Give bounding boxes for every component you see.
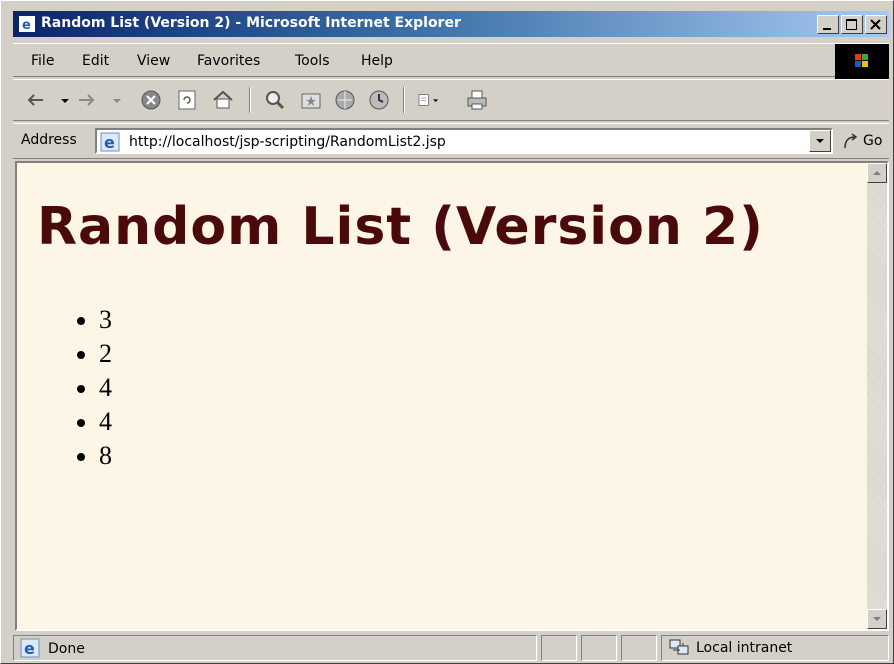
back-dropdown-icon[interactable] [53, 88, 69, 112]
go-label: Go [863, 133, 883, 149]
menu-edit[interactable]: Edit [82, 53, 109, 69]
status-pane-empty [621, 635, 657, 661]
list-item: 3 [77, 303, 112, 337]
title-bar[interactable]: e Random List (Version 2) - Microsoft In… [13, 11, 889, 37]
favorites-icon[interactable] [299, 88, 323, 112]
page-viewport: Random List (Version 2) 3 2 4 4 8 [15, 161, 889, 631]
print-icon[interactable] [465, 88, 489, 112]
standard-toolbar [13, 79, 889, 121]
media-icon[interactable] [333, 88, 357, 112]
list-item: 8 [77, 439, 112, 473]
random-number-list: 3 2 4 4 8 [77, 303, 112, 473]
status-pane: e Done [13, 635, 537, 661]
scroll-down-button[interactable] [867, 609, 887, 629]
browser-window: e Random List (Version 2) - Microsoft In… [0, 0, 894, 664]
svg-text:e: e [22, 18, 31, 32]
ie-page-icon: e [100, 132, 120, 152]
menu-view[interactable]: View [137, 53, 170, 69]
list-item: 2 [77, 337, 112, 371]
address-url[interactable]: http://localhost/jsp-scripting/RandomLis… [129, 134, 446, 150]
toolbar-separator [403, 87, 405, 113]
forward-dropdown-icon[interactable] [105, 88, 121, 112]
search-icon[interactable] [263, 88, 287, 112]
history-icon[interactable] [367, 88, 391, 112]
vertical-scrollbar[interactable] [867, 163, 887, 629]
menu-file[interactable]: File [31, 53, 54, 69]
maximize-icon [846, 19, 857, 30]
svg-text:e: e [24, 639, 35, 658]
back-icon[interactable] [23, 88, 47, 112]
menu-tools[interactable]: Tools [295, 53, 330, 69]
zone-text: Local intranet [696, 640, 793, 656]
scroll-up-button[interactable] [867, 163, 887, 183]
go-arrow-icon [844, 133, 858, 149]
zone-pane: Local intranet [661, 635, 889, 661]
menu-bar: File Edit View Favorites Tools Help [13, 43, 889, 80]
minimize-button[interactable] [817, 15, 839, 34]
menu-help[interactable]: Help [361, 53, 393, 69]
maximize-button[interactable] [841, 15, 863, 34]
status-bar: e Done Local intranet [13, 633, 889, 663]
page-heading: Random List (Version 2) [37, 197, 764, 257]
status-text: Done [48, 641, 85, 657]
list-item: 4 [77, 371, 112, 405]
refresh-icon[interactable] [175, 88, 199, 112]
address-bar: Address e http://localhost/jsp-scripting… [13, 123, 889, 159]
ie-page-icon: e [20, 638, 40, 658]
go-button[interactable]: Go [841, 130, 889, 154]
address-label: Address [21, 132, 77, 148]
minimize-icon [823, 28, 831, 30]
window-title: Random List (Version 2) - Microsoft Inte… [41, 15, 461, 31]
menu-favorites[interactable]: Favorites [197, 53, 260, 69]
status-pane-empty [541, 635, 577, 661]
ie-app-icon[interactable]: e [19, 16, 35, 33]
address-dropdown-button[interactable] [809, 130, 831, 152]
chevron-down-icon [816, 139, 824, 143]
status-pane-empty [581, 635, 617, 661]
forward-icon[interactable] [75, 88, 99, 112]
edit-icon[interactable] [417, 88, 453, 112]
svg-text:e: e [104, 133, 115, 152]
address-input[interactable]: e http://localhost/jsp-scripting/RandomL… [95, 128, 833, 154]
toolbar-separator [249, 87, 251, 113]
chevron-up-icon [873, 171, 881, 175]
intranet-icon [669, 639, 689, 655]
stop-icon[interactable] [139, 88, 163, 112]
list-item: 4 [77, 405, 112, 439]
chevron-down-icon [873, 617, 881, 621]
close-icon [870, 19, 881, 30]
windows-logo [835, 44, 889, 80]
home-icon[interactable] [211, 88, 235, 112]
close-button[interactable] [865, 15, 887, 34]
